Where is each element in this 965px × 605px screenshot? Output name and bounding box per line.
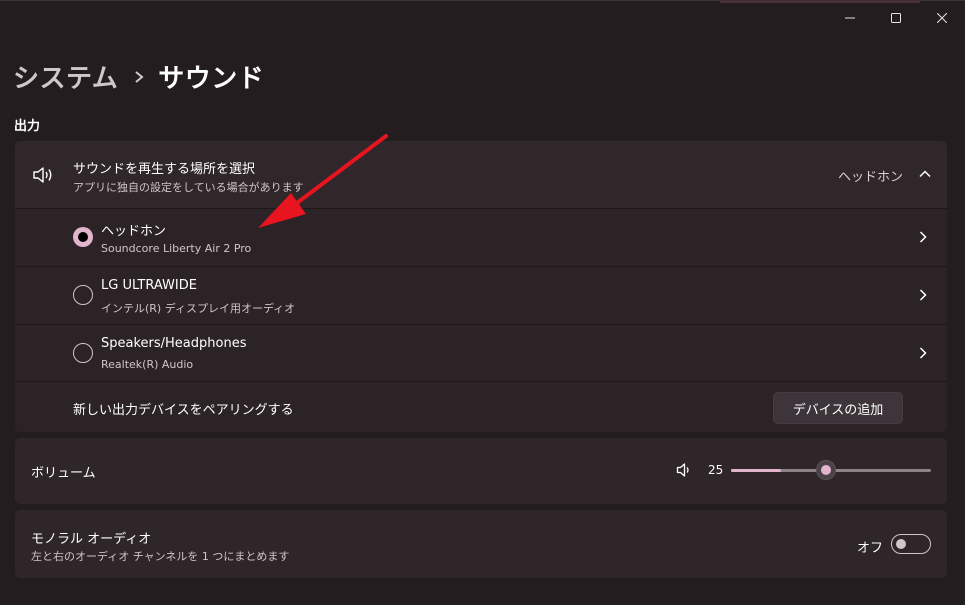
volume-slider-fill (731, 469, 781, 472)
breadcrumb-parent[interactable]: システム (13, 58, 118, 95)
device-name: Speakers/Headphones (101, 336, 247, 351)
device-name: LG ULTRAWIDE (101, 278, 197, 293)
window-controls (827, 1, 965, 35)
device-detail: Soundcore Liberty Air 2 Pro (101, 242, 252, 255)
mono-audio-state-label: オフ (857, 541, 884, 556)
output-title: サウンドを再生する場所を選択 (73, 162, 256, 177)
chevron-up-icon[interactable] (919, 168, 931, 180)
mono-audio-title: モノラル オーディオ (31, 532, 152, 547)
toggle-knob (896, 539, 906, 549)
breadcrumb: システム サウンド (13, 58, 264, 95)
settings-window: システム サウンド 出力 サウンドを再生する場所を選択 アプリに独自の設定をして… (0, 0, 965, 605)
output-subtitle: アプリに独自の設定をしている場合があります (73, 181, 304, 194)
device-radio-selected[interactable] (73, 227, 93, 247)
volume-value: 25 (708, 463, 724, 477)
chevron-right-icon[interactable] (917, 231, 929, 243)
current-output-device: ヘッドホン (837, 170, 903, 185)
add-device-button[interactable]: デバイスの追加 (773, 392, 903, 424)
volume-slider-thumb[interactable] (816, 460, 836, 480)
device-name: ヘッドホン (101, 224, 167, 239)
mono-audio-subtitle: 左と右のオーディオ チャンネルを 1 つにまとめます (31, 550, 290, 563)
output-device-selector[interactable]: サウンドを再生する場所を選択 アプリに独自の設定をしている場合があります ヘッド… (15, 141, 947, 208)
chevron-right-icon[interactable] (917, 347, 929, 359)
device-row-speakers[interactable]: Speakers/Headphones Realtek(R) Audio (15, 325, 947, 382)
mono-audio-toggle[interactable] (891, 534, 931, 554)
device-detail: Realtek(R) Audio (101, 358, 194, 371)
minimize-button[interactable] (827, 1, 873, 35)
volume-slider[interactable] (731, 460, 931, 480)
pair-device-label: 新しい出力デバイスをペアリングする (73, 403, 294, 418)
close-button[interactable] (919, 1, 965, 35)
maximize-button[interactable] (873, 1, 919, 35)
pair-device-row: 新しい出力デバイスをペアリングする デバイスの追加 (15, 382, 947, 432)
speaker-icon (33, 167, 52, 183)
device-detail: インテル(R) ディスプレイ用オーディオ (101, 302, 296, 315)
device-radio[interactable] (73, 343, 93, 363)
page-title: サウンド (158, 64, 265, 94)
chevron-right-icon (134, 70, 144, 84)
output-card: サウンドを再生する場所を選択 アプリに独自の設定をしている場合があります ヘッド… (15, 141, 947, 432)
maximize-icon (891, 13, 901, 23)
device-row-headphones[interactable]: ヘッドホン Soundcore Liberty Air 2 Pro (15, 209, 947, 266)
volume-card: ボリューム 25 (15, 438, 947, 504)
mono-audio-card: モノラル オーディオ 左と右のオーディオ チャンネルを 1 つにまとめます オフ (15, 510, 947, 578)
device-radio[interactable] (73, 285, 93, 305)
close-icon (937, 13, 947, 23)
minimize-icon (845, 17, 855, 19)
device-row-lg-ultrawide[interactable]: LG ULTRAWIDE インテル(R) ディスプレイ用オーディオ (15, 267, 947, 324)
output-section-label: 出力 (14, 119, 41, 134)
chevron-right-icon[interactable] (917, 289, 929, 301)
volume-label: ボリューム (31, 466, 96, 481)
volume-icon[interactable] (676, 462, 692, 478)
